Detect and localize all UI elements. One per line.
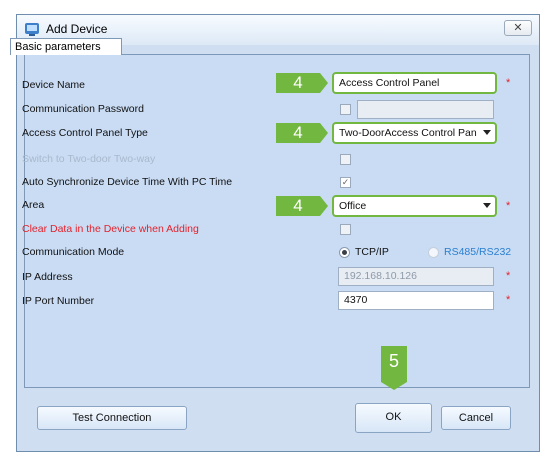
ip-address-input[interactable]: 192.168.10.126 [338,267,494,286]
ok-button[interactable]: OK [355,403,432,433]
device-name-label: Device Name [22,79,86,91]
panel-type-value: Two-DoorAccess Control Pan [339,127,477,139]
chevron-down-icon [483,203,491,208]
device-app-icon [25,23,39,36]
step-4-badge: 4 [276,123,328,143]
window-title: Add Device [46,22,108,36]
cancel-button[interactable]: Cancel [441,406,511,430]
test-connection-button[interactable]: Test Connection [37,406,187,430]
chevron-down-icon [483,130,491,135]
area-select[interactable]: Office [332,195,497,217]
required-marker: * [506,200,511,212]
comm-password-label: Communication Password [22,103,144,115]
tab-basic-parameters[interactable]: Basic parameters [10,38,122,55]
ip-port-input[interactable]: 4370 [338,291,494,310]
comm-password-checkbox[interactable] [340,104,351,115]
switch-two-way-checkbox[interactable] [340,154,351,165]
step-4-badge: 4 [276,73,328,93]
rs485-radio[interactable] [428,247,439,258]
device-name-input[interactable]: Access Control Panel [332,72,497,94]
area-value: Office [339,200,367,212]
auto-sync-label: Auto Synchronize Device Time With PC Tim… [22,176,233,188]
clear-data-label: Clear Data in the Device when Adding [22,223,199,235]
close-button[interactable]: ✕ [504,20,532,36]
required-marker: * [506,270,511,282]
auto-sync-checkbox[interactable]: ✓ [340,177,351,188]
close-icon: ✕ [513,22,523,34]
tcpip-label: TCP/IP [355,246,389,258]
required-marker: * [506,294,511,306]
comm-mode-label: Communication Mode [22,246,125,258]
rs485-label: RS485/RS232 [444,246,512,258]
step-5-badge: 5 [381,346,407,390]
tcpip-radio[interactable] [339,247,350,258]
clear-data-checkbox[interactable] [340,224,351,235]
panel-type-label: Access Control Panel Type [22,127,148,139]
required-marker: * [506,77,511,89]
step-4-badge: 4 [276,196,328,216]
panel-type-select[interactable]: Two-DoorAccess Control Pan [332,122,497,144]
comm-password-input[interactable] [357,100,494,119]
area-label: Area [22,199,45,211]
check-icon: ✓ [341,177,350,187]
ip-port-label: IP Port Number [22,295,95,307]
ip-address-label: IP Address [22,271,73,283]
switch-two-way-label: Switch to Two-door Two-way [22,153,156,165]
